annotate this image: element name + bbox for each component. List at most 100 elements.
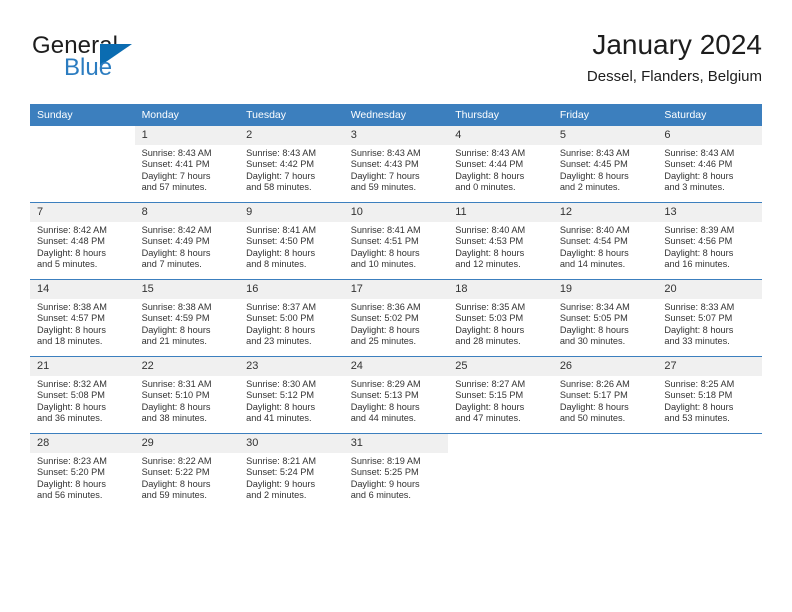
calendar-page: General Blue January 2024 Dessel, Flande… — [0, 0, 792, 612]
calendar-day-cell[interactable]: 31 Sunrise: 8:19 AM Sunset: 5:25 PM Dayligh… — [343, 433, 449, 510]
day-details — [553, 453, 658, 456]
day-details: Sunrise: 8:30 AM Sunset: 5:12 PM Daylight:… — [239, 376, 344, 425]
sunset-text: Sunset: 5:02 PM — [350, 313, 419, 324]
daylight-text: Daylight: 8 hours — [246, 247, 316, 258]
day-details: Sunrise: 8:34 AM Sunset: 5:05 PM Daylight:… — [553, 299, 658, 348]
logo-text-blue: Blue — [64, 54, 113, 81]
calendar-day-cell[interactable]: 13 Sunrise: 8:39 AM Sunset: 4:56 PM Dayligh… — [657, 202, 762, 280]
calendar-day-cell[interactable]: 3 Sunrise: 8:43 AM Sunset: 4:43 PM Daylight… — [343, 126, 449, 203]
day-number: 4 — [448, 126, 553, 145]
calendar-day-cell[interactable]: 2 Sunrise: 8:43 AM Sunset: 4:42 PM Daylight… — [239, 126, 344, 203]
daylight-text: and 57 minutes. — [141, 182, 207, 193]
sunrise-text: Sunrise: 8:34 AM — [559, 302, 630, 312]
page-title: January 2024 — [592, 29, 762, 60]
day-details: Sunrise: 8:32 AM Sunset: 5:08 PM Daylight:… — [30, 376, 135, 425]
calendar-day-cell[interactable]: 11 Sunrise: 8:40 AM Sunset: 4:53 PM Dayligh… — [448, 202, 553, 280]
daylight-text: Daylight: 8 hours — [664, 247, 734, 258]
calendar-day-cell[interactable]: 10 Sunrise: 8:41 AM Sunset: 4:51 PM Dayligh… — [343, 202, 449, 280]
day-number: 25 — [448, 357, 553, 376]
calendar-day-cell[interactable]: 27 Sunrise: 8:25 AM Sunset: 5:18 PM Dayligh… — [657, 356, 762, 434]
calendar-day-cell[interactable]: 28 Sunrise: 8:23 AM Sunset: 5:20 PM Dayligh… — [30, 433, 135, 510]
daylight-text: and 21 minutes. — [141, 336, 207, 347]
calendar-day-cell[interactable]: 16 Sunrise: 8:37 AM Sunset: 5:00 PM Dayligh… — [239, 279, 344, 357]
day-details — [30, 145, 135, 148]
daylight-text: Daylight: 8 hours — [141, 247, 211, 258]
day-details: Sunrise: 8:19 AM Sunset: 5:25 PM Daylight:… — [344, 453, 449, 502]
sunrise-text: Sunrise: 8:26 AM — [559, 379, 630, 389]
daylight-text: Daylight: 8 hours — [141, 401, 211, 412]
general-blue-logo[interactable]: General Blue — [32, 32, 222, 92]
calendar-day-cell[interactable]: 19 Sunrise: 8:34 AM Sunset: 5:05 PM Dayligh… — [552, 279, 658, 357]
calendar-day-cell[interactable]: 18 Sunrise: 8:35 AM Sunset: 5:03 PM Dayligh… — [448, 279, 553, 357]
calendar-day-cell[interactable]: 22 Sunrise: 8:31 AM Sunset: 5:10 PM Dayligh… — [134, 356, 240, 434]
daylight-text: and 12 minutes. — [455, 259, 521, 270]
daylight-text: and 0 minutes. — [455, 182, 516, 193]
daylight-text: Daylight: 7 hours — [141, 170, 211, 181]
daylight-text: and 38 minutes. — [141, 413, 207, 424]
daylight-text: Daylight: 8 hours — [246, 401, 316, 412]
daylight-text: Daylight: 8 hours — [559, 247, 629, 258]
calendar-day-cell[interactable]: 24 Sunrise: 8:29 AM Sunset: 5:13 PM Dayligh… — [343, 356, 449, 434]
calendar-grid: Sunday Monday Tuesday Wednesday Thursday Frid… — [30, 104, 762, 510]
day-details: Sunrise: 8:21 AM Sunset: 5:24 PM Daylight:… — [239, 453, 344, 502]
sunrise-text: Sunrise: 8:38 AM — [37, 302, 107, 312]
calendar-day-cell[interactable]: 20 Sunrise: 8:33 AM Sunset: 5:07 PM Dayligh… — [657, 279, 762, 357]
daylight-text: and 5 minutes. — [37, 259, 98, 270]
sunset-text: Sunset: 5:24 PM — [246, 467, 315, 478]
day-details: Sunrise: 8:42 AM Sunset: 4:48 PM Daylight:… — [30, 222, 135, 271]
sunrise-text: Sunrise: 8:30 AM — [246, 379, 317, 389]
calendar-day-cell[interactable]: 23 Sunrise: 8:30 AM Sunset: 5:12 PM Dayligh… — [239, 356, 344, 434]
day-details: Sunrise: 8:43 AM Sunset: 4:41 PM Daylight:… — [135, 145, 240, 194]
day-number: 31 — [343, 434, 449, 453]
weekday-header-monday: Monday — [134, 104, 240, 126]
daylight-text: Daylight: 8 hours — [664, 324, 734, 335]
day-details: Sunrise: 8:36 AM Sunset: 5:02 PM Daylight:… — [344, 299, 449, 348]
day-number: 24 — [343, 357, 449, 376]
calendar-body: 1 Sunrise: 8:43 AM Sunset: 4:41 PM Daylight… — [30, 126, 762, 510]
calendar-day-cell[interactable]: 15 Sunrise: 8:38 AM Sunset: 4:59 PM Dayligh… — [134, 279, 240, 357]
calendar-day-cell[interactable]: 1 Sunrise: 8:43 AM Sunset: 4:41 PM Daylight… — [134, 126, 240, 203]
day-number: 21 — [30, 357, 135, 376]
day-details — [657, 453, 762, 456]
sunrise-text: Sunrise: 8:41 AM — [350, 225, 421, 235]
day-details: Sunrise: 8:41 AM Sunset: 4:51 PM Daylight:… — [344, 222, 449, 271]
sunset-text: Sunset: 4:41 PM — [141, 159, 210, 170]
calendar-day-cell[interactable]: 14 Sunrise: 8:38 AM Sunset: 4:57 PM Dayligh… — [30, 279, 135, 357]
calendar-day-cell[interactable]: 8 Sunrise: 8:42 AM Sunset: 4:49 PM Daylight… — [134, 202, 240, 280]
day-number: 17 — [343, 280, 449, 299]
calendar-day-cell[interactable]: 9 Sunrise: 8:41 AM Sunset: 4:50 PM Daylight… — [239, 202, 344, 280]
day-number: 15 — [134, 280, 240, 299]
page-header: General Blue January 2024 Dessel, Flande… — [30, 28, 762, 98]
calendar-day-cell[interactable]: 25 Sunrise: 8:27 AM Sunset: 5:15 PM Dayligh… — [448, 356, 553, 434]
day-number: 9 — [239, 203, 344, 222]
calendar-day-cell-empty — [657, 433, 762, 510]
day-number: 23 — [239, 357, 344, 376]
weekday-header-friday: Friday — [552, 104, 658, 126]
sunrise-text: Sunrise: 8:35 AM — [455, 302, 526, 312]
calendar-day-cell[interactable]: 21 Sunrise: 8:32 AM Sunset: 5:08 PM Dayligh… — [30, 356, 135, 434]
sunset-text: Sunset: 4:51 PM — [350, 236, 419, 247]
sunset-text: Sunset: 4:49 PM — [141, 236, 210, 247]
calendar-day-cell[interactable]: 6 Sunrise: 8:43 AM Sunset: 4:46 PM Daylight… — [657, 126, 762, 203]
sunset-text: Sunset: 4:44 PM — [455, 159, 524, 170]
calendar-day-cell[interactable]: 26 Sunrise: 8:26 AM Sunset: 5:17 PM Dayligh… — [552, 356, 658, 434]
day-details: Sunrise: 8:42 AM Sunset: 4:49 PM Daylight:… — [135, 222, 240, 271]
page-subtitle: Dessel, Flanders, Belgium — [586, 68, 762, 85]
daylight-text: and 18 minutes. — [37, 336, 103, 347]
calendar-day-cell[interactable]: 29 Sunrise: 8:22 AM Sunset: 5:22 PM Dayligh… — [134, 433, 240, 510]
sunset-text: Sunset: 4:59 PM — [141, 313, 210, 324]
calendar-day-cell[interactable]: 4 Sunrise: 8:43 AM Sunset: 4:44 PM Daylight… — [448, 126, 553, 203]
calendar-day-cell[interactable]: 17 Sunrise: 8:36 AM Sunset: 5:02 PM Dayligh… — [343, 279, 449, 357]
calendar-day-cell[interactable]: 5 Sunrise: 8:43 AM Sunset: 4:45 PM Daylight… — [552, 126, 658, 203]
day-details: Sunrise: 8:43 AM Sunset: 4:43 PM Daylight:… — [344, 145, 449, 194]
calendar-day-cell[interactable]: 30 Sunrise: 8:21 AM Sunset: 5:24 PM Dayligh… — [239, 433, 344, 510]
calendar-week-row: 28 Sunrise: 8:23 AM Sunset: 5:20 PM Dayligh… — [30, 433, 762, 510]
sunrise-text: Sunrise: 8:29 AM — [350, 379, 421, 389]
calendar-day-cell[interactable]: 12 Sunrise: 8:40 AM Sunset: 4:54 PM Dayligh… — [552, 202, 658, 280]
calendar-week-row: 7 Sunrise: 8:42 AM Sunset: 4:48 PM Daylight… — [30, 202, 762, 280]
sunset-text: Sunset: 4:42 PM — [246, 159, 315, 170]
calendar-day-cell[interactable]: 7 Sunrise: 8:42 AM Sunset: 4:48 PM Daylight… — [30, 202, 135, 280]
day-number: 27 — [657, 357, 762, 376]
daylight-text: and 3 minutes. — [664, 182, 725, 193]
day-number: 13 — [657, 203, 762, 222]
